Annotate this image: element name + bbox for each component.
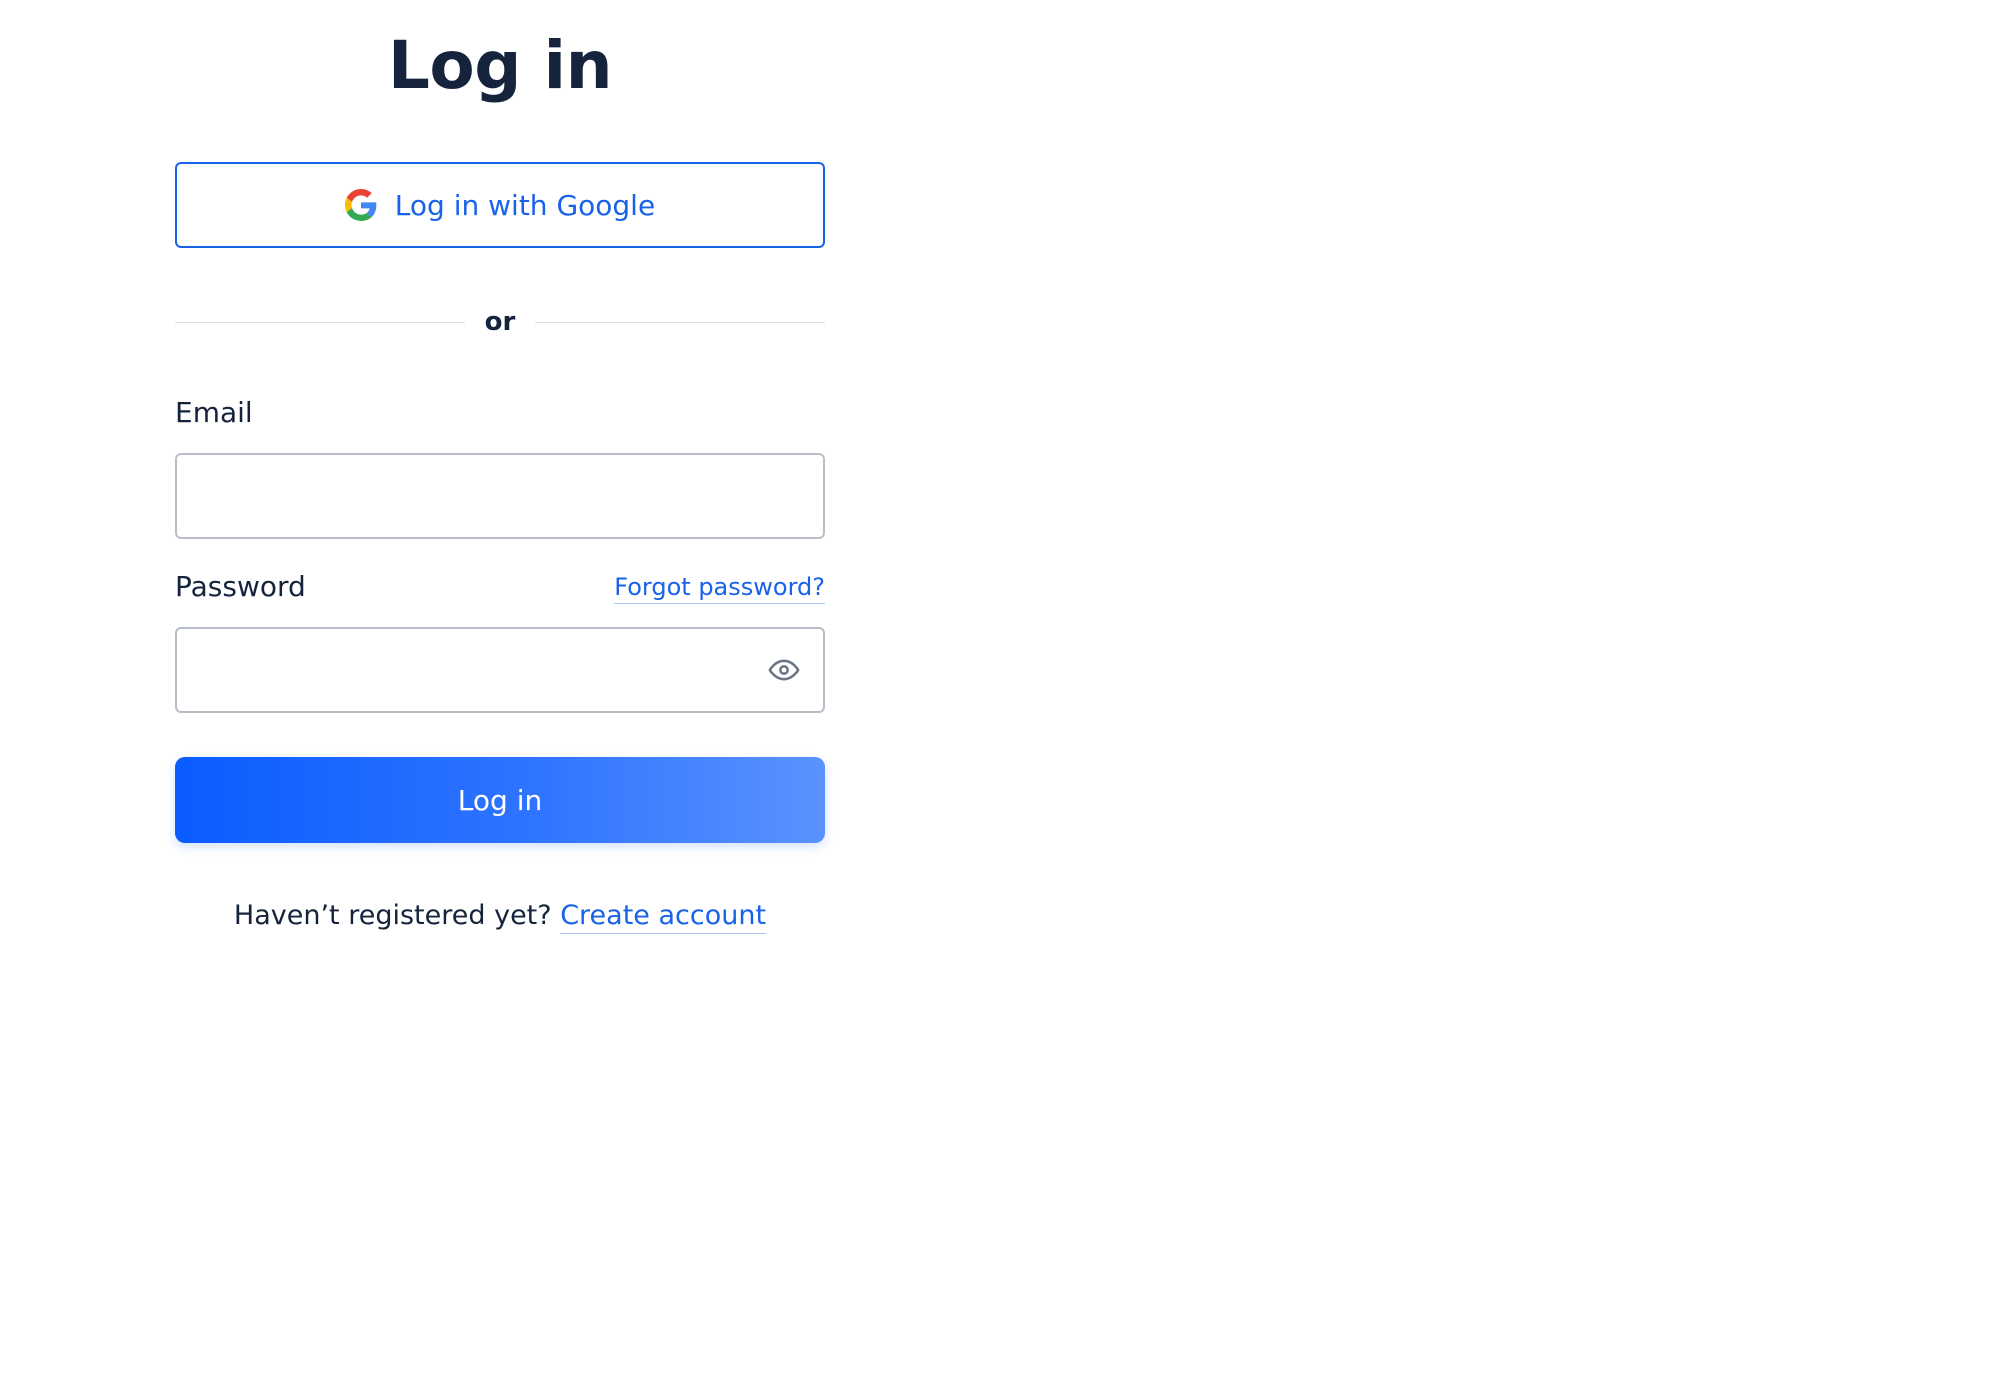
eye-icon[interactable] xyxy=(767,653,801,687)
register-prompt: Haven’t registered yet? xyxy=(233,900,561,931)
google-login-button[interactable]: Log in with Google xyxy=(175,162,825,248)
password-field-wrapper xyxy=(175,627,825,713)
forgot-password-link[interactable]: Forgot password? xyxy=(614,573,825,604)
divider-line-right xyxy=(535,321,825,323)
register-row: Haven’t registered yet? Create account xyxy=(175,900,825,934)
email-label: Email xyxy=(175,396,253,429)
divider-line-left xyxy=(175,321,465,323)
email-field[interactable] xyxy=(175,453,825,539)
or-divider: or xyxy=(175,300,825,344)
password-label: Password xyxy=(175,570,306,603)
password-field[interactable] xyxy=(175,627,825,713)
create-account-link[interactable]: Create account xyxy=(560,900,767,934)
page-title: Log in xyxy=(387,27,613,104)
login-form: Log in Log in with Google or Email Passw… xyxy=(175,0,825,934)
google-login-label: Log in with Google xyxy=(394,188,656,222)
login-button[interactable]: Log in xyxy=(175,757,825,843)
google-g-icon xyxy=(344,189,377,221)
divider-label: or xyxy=(484,307,516,337)
